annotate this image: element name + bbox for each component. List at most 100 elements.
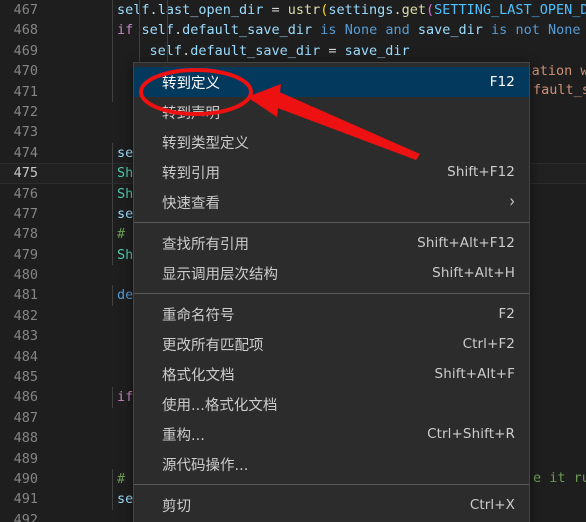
line-number: 470 [13,63,38,80]
menu-item[interactable]: 转到声明 [134,97,529,127]
line-number: 492 [13,511,38,522]
line-number: 490 [13,470,38,487]
code-token: . [173,22,183,39]
menu-item[interactable]: 重构... Ctrl+Shift+R [134,419,529,449]
code-token: ustr [287,2,321,18]
menu-item-label: 查找所有引用 [162,236,249,253]
menu-item[interactable]: 查找所有引用 Shift+Alt+F12 [134,228,529,258]
line-number: 473 [13,124,38,141]
line-number: 468 [13,22,38,39]
code-token: = [320,42,345,59]
indent-guide [112,183,113,204]
menu-item[interactable]: 格式化文档 Shift+Alt+F [134,359,529,389]
code-text: self.last_open_dir = ustr(settings.get(S… [52,0,586,21]
indent-guide [112,387,113,408]
code-token: settings [328,2,394,18]
code-token: if [117,389,134,406]
menu-separator [134,484,529,485]
menu-item[interactable]: 更改所有匹配项 Ctrl+F2 [134,329,529,359]
line-number: 483 [13,328,38,345]
menu-item[interactable]: 转到引用 Shift+F12 [134,157,529,187]
line-number: 475 [13,165,38,182]
menu-item-label: 格式化文档 [162,367,235,384]
line-number: 485 [13,369,38,386]
indent-guide [139,0,140,21]
indent-guide [112,61,113,82]
line-number: 487 [13,409,38,426]
line-number: 488 [13,430,38,447]
line-number: 472 [13,103,38,120]
code-text: self.default_save_dir = save_dir [52,40,410,62]
line-number: 482 [13,307,38,324]
code-token: default_save_dir [190,42,321,59]
chevron-right-icon: › [509,192,515,212]
menu-item[interactable]: 转到类型定义 [134,127,529,157]
indent-guide [112,224,113,245]
menu-item-label: 使用...格式化文档 [162,397,278,414]
code-token: fault_s [533,82,586,98]
menu-item-shortcut: F12 [489,74,515,90]
menu-item-shortcut: Ctrl+Shift+R [427,426,515,442]
menu-item[interactable]: 重命名符号 F2 [134,299,529,329]
menu-item[interactable]: 快速查看 › [134,187,529,217]
menu-item-label: 更改所有匹配项 [162,337,264,354]
indent-guide [167,0,168,21]
code-token: . [149,2,158,18]
menu-item-label: 转到引用 [162,165,220,182]
line-number: 489 [13,450,38,467]
code-line[interactable]: 469 self.default_save_dir = save_dir [0,40,586,62]
indent-guide [167,40,168,62]
indent-guide [112,244,113,266]
code-token: and [385,22,410,39]
menu-item-shortcut: Shift+Alt+H [432,265,515,281]
code-line[interactable]: 467 self.last_open_dir = ustr(settings.g… [0,0,586,21]
line-number: 467 [13,2,38,18]
code-token: . [393,2,402,18]
menu-item[interactable]: 源代码操作... [134,449,529,479]
line-number: 480 [13,267,38,284]
code-fragment: e it run [533,468,586,488]
code-text: def [52,285,168,306]
code-token: self [149,42,183,59]
code-line[interactable]: 468 if self.default_save_dir is None and… [0,20,586,41]
menu-item-shortcut: Shift+Alt+F [434,366,515,382]
code-token: default_save_dir [182,22,313,39]
menu-item[interactable]: 转到定义 F12 [134,67,529,97]
indent-guide [139,40,140,62]
menu-item-label: 剪切 [162,498,191,515]
menu-separator [134,222,529,223]
indent-guide [112,163,113,184]
code-token: None [547,22,581,39]
line-number: 484 [13,348,38,365]
indent-guide [139,20,140,41]
line-number: 481 [13,287,38,304]
code-token: SETTING_LAST_OPEN_DIR [434,2,586,18]
menu-item-shortcut: Shift+F12 [447,164,515,180]
menu-item[interactable]: 显示调用层次结构 Shift+Alt+H [134,258,529,288]
code-text: if self.default_save_dir is None and sav… [52,20,586,41]
menu-item-shortcut: Ctrl+F2 [462,336,515,352]
editor-context-menu[interactable]: 转到定义 F12 转到声明转到类型定义 转到引用 Shift+F12 快速查看 › 查找所有引… [133,62,530,522]
code-token: self [141,22,174,39]
code-token: is [320,22,337,39]
line-number: 477 [13,205,38,222]
code-token: e it run [533,470,586,486]
code-token: self [117,2,150,18]
indent-guide [112,40,113,62]
menu-item[interactable]: 使用...格式化文档 [134,389,529,419]
menu-item[interactable]: 剪切 Ctrl+X [134,490,529,520]
menu-item-label: 转到类型定义 [162,135,249,152]
code-token: get [401,2,426,18]
code-token: not [515,22,540,39]
